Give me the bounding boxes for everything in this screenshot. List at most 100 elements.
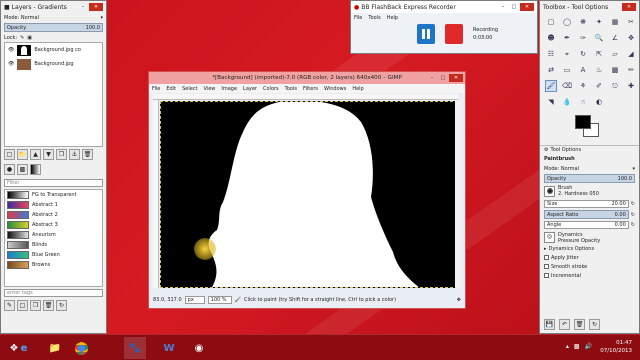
perspective-clone-icon[interactable]: ◥ [545, 96, 557, 108]
duplicate-layer-button[interactable]: ❐ [56, 149, 67, 160]
close-button[interactable]: ✕ [449, 74, 463, 82]
blur-icon[interactable]: 💧 [561, 96, 573, 108]
aspect-ratio-slider[interactable]: Aspect Ratio 0.00 [544, 210, 629, 219]
apply-jitter-checkbox[interactable] [544, 255, 549, 260]
scissors-icon[interactable]: ✂ [625, 16, 637, 28]
heal-icon[interactable]: ✚ [625, 80, 637, 92]
cage-icon[interactable]: ▭ [561, 64, 573, 76]
menu-file[interactable]: File [152, 86, 160, 92]
rotate-icon[interactable]: ↻ [577, 48, 589, 60]
flip-icon[interactable]: ⇄ [545, 64, 557, 76]
chrome-icon[interactable] [70, 337, 92, 359]
text-icon[interactable]: A [577, 64, 589, 76]
layer-row[interactable]: 👁 Background.jpg [5, 57, 102, 71]
gradient-item[interactable]: Aneurism [5, 230, 102, 240]
smooth-stroke-option[interactable]: Smooth stroke [544, 262, 635, 271]
smooth-stroke-checkbox[interactable] [544, 264, 549, 269]
lock-alpha-icon[interactable]: ▣ [27, 35, 32, 41]
clock[interactable]: 01:47 07/10/2013 [600, 339, 632, 355]
word-icon[interactable]: W [158, 337, 180, 359]
fuzzy-select-icon[interactable]: ✦ [593, 16, 605, 28]
gradient-filter-input[interactable]: Filter [4, 179, 103, 187]
tab-gradients[interactable] [30, 164, 41, 175]
close-button[interactable]: ✕ [622, 3, 636, 11]
move-icon[interactable]: ✥ [625, 32, 637, 44]
ink-icon[interactable]: ✐ [593, 80, 605, 92]
gradient-item[interactable]: FG to Transparent [5, 190, 102, 200]
gradient-item[interactable]: Abstract 2 [5, 210, 102, 220]
lower-layer-button[interactable]: ▼ [43, 149, 54, 160]
menu-colors[interactable]: Colors [263, 86, 279, 92]
crop-icon[interactable]: ⌖ [561, 48, 573, 60]
trash-icon[interactable]: 🗑 [82, 149, 93, 160]
airbrush-icon[interactable]: ⚘ [577, 80, 589, 92]
lasso-icon[interactable]: ❋ [577, 16, 589, 28]
scale-icon[interactable]: ⇱ [593, 48, 605, 60]
layers-opacity-slider[interactable]: Opacity 100.0 [4, 23, 103, 32]
save-options-button[interactable]: 💾 [544, 319, 555, 330]
perspective-icon[interactable]: ◢ [625, 48, 637, 60]
new-gradient-button[interactable]: □ [17, 300, 28, 311]
maximize-button[interactable]: □ [509, 3, 519, 11]
pause-button[interactable] [417, 24, 435, 44]
new-layer-button[interactable]: □ [4, 149, 15, 160]
chevron-down-icon[interactable]: ▾ [632, 166, 635, 172]
network-icon[interactable]: ▩ [574, 343, 580, 350]
smudge-icon[interactable]: ☝ [577, 96, 589, 108]
menu-filters[interactable]: Filters [303, 86, 318, 92]
file-explorer-icon[interactable]: 📁 [44, 337, 66, 359]
bucket-fill-icon[interactable]: ♨ [593, 64, 605, 76]
incremental-option[interactable]: Incremental [544, 271, 635, 280]
tags-input[interactable]: enter tags [4, 289, 103, 297]
delete-options-button[interactable]: 🗑 [574, 319, 585, 330]
gradient-item[interactable]: Abstract 3 [5, 220, 102, 230]
paintbrush-tool-icon[interactable]: 🖌 [545, 80, 557, 92]
tool-opacity-slider[interactable]: Opacity 100.0 [544, 174, 635, 183]
edit-gradient-button[interactable]: ✎ [4, 300, 15, 311]
ellipse-select-icon[interactable]: ◯ [561, 16, 573, 28]
dynamics-row[interactable]: ◎ Dynamics Pressure Opacity [544, 231, 635, 244]
menu-tools[interactable]: Tools [368, 15, 380, 21]
close-button[interactable]: ✕ [520, 3, 534, 11]
eraser-icon[interactable]: ⌫ [561, 80, 573, 92]
foreground-select-icon[interactable]: ☻ [545, 32, 557, 44]
menu-windows[interactable]: Windows [324, 86, 346, 92]
lock-pixels-icon[interactable]: ✎ [20, 35, 24, 41]
menu-edit[interactable]: Edit [166, 86, 176, 92]
chevron-down-icon[interactable]: ▾ [100, 15, 103, 21]
paths-icon[interactable]: ✒ [561, 32, 573, 44]
reset-icon[interactable]: ↻ [631, 222, 635, 228]
brush-row[interactable]: Brush 2. Hardness 050 [544, 184, 635, 198]
tool-mode-row[interactable]: Mode: Normal ▾ [544, 164, 635, 173]
minimize-button[interactable]: – [498, 3, 508, 11]
gradient-item[interactable]: Blinds [5, 240, 102, 250]
color-select-icon[interactable]: ▦ [609, 16, 621, 28]
menu-help[interactable]: Help [352, 86, 363, 92]
eye-icon[interactable]: 👁 [8, 47, 14, 53]
volume-icon[interactable]: 🔊 [585, 343, 592, 350]
color-picker-icon[interactable]: ✑ [577, 32, 589, 44]
zoom-icon[interactable]: 🔍 [593, 32, 605, 44]
restore-options-button[interactable]: ↶ [559, 319, 570, 330]
internet-explorer-icon[interactable]: e [13, 337, 35, 359]
rect-select-icon[interactable]: ▢ [545, 16, 557, 28]
apply-jitter-option[interactable]: Apply Jitter [544, 253, 635, 262]
reset-options-button[interactable]: ↻ [589, 319, 600, 330]
chevron-up-icon[interactable]: ▴ [566, 343, 569, 350]
stop-button[interactable] [445, 24, 463, 44]
menu-layer[interactable]: Layer [243, 86, 257, 92]
menu-file[interactable]: File [354, 15, 362, 21]
gimp-taskbar-icon[interactable]: 🐾 [124, 337, 146, 359]
shear-icon[interactable]: ▱ [609, 48, 621, 60]
menu-view[interactable]: View [204, 86, 216, 92]
dynamics-options-expander[interactable]: ▸ Dynamics Options [544, 244, 635, 253]
minimize-button[interactable]: – [427, 74, 437, 82]
foreground-color[interactable] [575, 115, 591, 129]
menu-select[interactable]: Select [182, 86, 197, 92]
minimize-button[interactable]: – [78, 3, 88, 11]
reset-icon[interactable]: ↻ [631, 212, 635, 218]
image-canvas[interactable] [160, 101, 458, 288]
reset-icon[interactable]: ↻ [631, 201, 635, 207]
size-slider[interactable]: Size 20.00 [544, 200, 629, 208]
vertical-scrollbar[interactable] [455, 101, 461, 288]
